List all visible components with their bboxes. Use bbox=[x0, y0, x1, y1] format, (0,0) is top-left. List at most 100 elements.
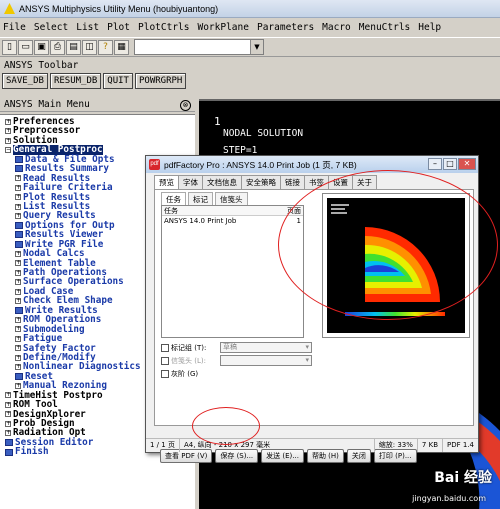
command-icon bbox=[15, 373, 23, 381]
mark-group-checkbox[interactable]: 标记组 (T): bbox=[161, 343, 206, 353]
save-highlight-ellipse bbox=[192, 407, 260, 445]
open-folder-icon[interactable]: ▭ bbox=[18, 39, 33, 55]
minimize-icon[interactable]: – bbox=[428, 158, 442, 170]
command-input-combo[interactable]: ▼ bbox=[134, 39, 264, 55]
expand-icon[interactable]: + bbox=[15, 326, 21, 333]
expand-icon[interactable]: + bbox=[15, 250, 21, 257]
command-icon bbox=[15, 222, 23, 230]
expand-icon[interactable]: + bbox=[5, 392, 11, 399]
menu-macro[interactable]: Macro bbox=[322, 22, 351, 33]
menu-tree-label: Finish bbox=[15, 446, 49, 458]
menu-plotctrls[interactable]: PlotCtrls bbox=[138, 22, 189, 33]
expand-icon[interactable]: + bbox=[5, 430, 11, 437]
ansys-toolbar: SAVE_DB RESUM_DB QUIT POWRGRPH bbox=[2, 73, 187, 89]
close-icon[interactable]: ✕ bbox=[458, 158, 476, 170]
resum-db-button[interactable]: RESUM_DB bbox=[49, 73, 102, 89]
command-icon bbox=[15, 165, 23, 173]
menu-menuctrls[interactable]: MenuCtrls bbox=[359, 22, 410, 33]
baidu-watermark-url: jingyan.baidu.com bbox=[412, 494, 486, 503]
preview-highlight-ellipse bbox=[278, 170, 498, 320]
expand-icon[interactable]: + bbox=[15, 194, 21, 201]
command-icon bbox=[5, 448, 13, 456]
expand-icon[interactable]: + bbox=[15, 288, 21, 295]
tab-2[interactable]: 文档信息 bbox=[202, 175, 242, 189]
menu-parameters[interactable]: Parameters bbox=[257, 22, 314, 33]
expand-icon[interactable]: + bbox=[5, 128, 11, 135]
print-icon[interactable]: ⎙ bbox=[50, 39, 65, 55]
expand-icon[interactable]: + bbox=[15, 364, 21, 371]
checkbox-box[interactable] bbox=[161, 370, 169, 378]
command-icon bbox=[15, 155, 23, 163]
window-title-bar: ANSYS Multiphysics Utility Menu (houbiyu… bbox=[0, 0, 500, 18]
menu-plot[interactable]: Plot bbox=[107, 22, 130, 33]
chevron-down-icon[interactable]: ▼ bbox=[250, 40, 263, 54]
pan-icon[interactable]: ▦ bbox=[114, 39, 129, 55]
tab-3[interactable]: 安全策略 bbox=[241, 175, 281, 189]
image-capture-icon[interactable]: ◫ bbox=[82, 39, 97, 55]
expand-icon[interactable]: + bbox=[15, 203, 21, 210]
expand-icon[interactable]: + bbox=[5, 420, 11, 427]
report-icon[interactable]: ▤ bbox=[66, 39, 81, 55]
ansys-logo-icon bbox=[4, 3, 15, 14]
checkbox-box[interactable] bbox=[161, 344, 169, 352]
expand-icon[interactable]: + bbox=[15, 354, 21, 361]
window-title: ANSYS Multiphysics Utility Menu (houbiyu… bbox=[19, 3, 219, 14]
expand-icon[interactable]: + bbox=[15, 175, 21, 182]
dialog-title-bar: pdf pdfFactory Pro : ANSYS 14.0 Print Jo… bbox=[146, 156, 478, 173]
col-task: 任务 bbox=[164, 207, 178, 215]
command-icon bbox=[15, 231, 23, 239]
status-size: 7 KB bbox=[418, 439, 443, 452]
command-icon bbox=[15, 240, 23, 248]
grayscale-checkbox[interactable]: 灰阶 (G) bbox=[161, 369, 198, 379]
expand-icon[interactable]: + bbox=[15, 345, 21, 352]
quit-button[interactable]: QUIT bbox=[103, 73, 133, 89]
menu-workplane[interactable]: WorkPlane bbox=[197, 22, 248, 33]
main-menu-title: ANSYS Main Menu bbox=[0, 99, 195, 112]
expand-icon[interactable]: + bbox=[15, 260, 21, 267]
checkbox-box[interactable] bbox=[161, 357, 169, 365]
expand-icon[interactable]: + bbox=[15, 213, 21, 220]
mark-group-value: 草稿 bbox=[223, 343, 237, 351]
dialog-status-bar: 1 / 1 页 A4, 纵向 - 210 x 297 毫米 缩放: 33% 7 … bbox=[146, 438, 478, 452]
expand-icon[interactable]: + bbox=[15, 298, 21, 305]
job-name: ANSYS 14.0 Print Job bbox=[164, 217, 237, 225]
pdffactory-logo-icon: pdf bbox=[149, 159, 160, 170]
expand-icon[interactable]: + bbox=[15, 316, 21, 323]
help-icon[interactable]: ? bbox=[98, 39, 113, 55]
status-pages: 1 / 1 页 bbox=[146, 439, 180, 452]
letterhead-select[interactable]: ▾ bbox=[220, 355, 312, 366]
menu-select[interactable]: Select bbox=[34, 22, 68, 33]
expand-icon[interactable]: + bbox=[15, 269, 21, 276]
chevron-down-icon: ▾ bbox=[305, 356, 309, 364]
expand-icon[interactable]: + bbox=[5, 137, 11, 144]
menu-help[interactable]: Help bbox=[418, 22, 441, 33]
menu-file[interactable]: File bbox=[3, 22, 26, 33]
letterhead-checkbox[interactable]: 信笺头 (L): bbox=[161, 356, 206, 366]
powrgrph-button[interactable]: POWRGRPH bbox=[134, 73, 187, 89]
menu-list[interactable]: List bbox=[76, 22, 99, 33]
expand-icon[interactable]: + bbox=[5, 401, 11, 408]
expand-icon[interactable]: + bbox=[15, 335, 21, 342]
expand-icon[interactable]: + bbox=[5, 411, 11, 418]
grayscale-label: 灰阶 (G) bbox=[171, 370, 199, 378]
tab-1[interactable]: 字体 bbox=[178, 175, 203, 189]
save-db-button[interactable]: SAVE_DB bbox=[2, 73, 48, 89]
maximize-icon[interactable]: □ bbox=[443, 158, 457, 170]
status-zoom: 缩放: 33% bbox=[375, 439, 418, 452]
expand-icon[interactable]: + bbox=[15, 184, 21, 191]
mark-group-select[interactable]: 草稿 ▾ bbox=[220, 342, 312, 353]
tab-0[interactable]: 预览 bbox=[154, 175, 179, 189]
expand-icon[interactable]: + bbox=[15, 382, 21, 389]
collapse-menu-icon[interactable]: ⊗ bbox=[180, 100, 191, 111]
new-file-icon[interactable]: ▯ bbox=[2, 39, 17, 55]
tab-4[interactable]: 链接 bbox=[280, 175, 305, 189]
command-icon bbox=[15, 306, 23, 314]
collapse-icon[interactable]: − bbox=[5, 147, 11, 154]
expand-icon[interactable]: + bbox=[15, 279, 21, 286]
status-pdf-version: PDF 1.4 bbox=[447, 441, 474, 449]
dialog-title: pdfFactory Pro : ANSYS 14.0 Print Job (1… bbox=[164, 159, 357, 170]
mark-group-label: 标记组 (T): bbox=[171, 344, 207, 352]
expand-icon[interactable]: + bbox=[5, 118, 11, 125]
save-icon[interactable]: ▣ bbox=[34, 39, 49, 55]
ansys-toolbar-label: ANSYS Toolbar bbox=[4, 60, 79, 71]
